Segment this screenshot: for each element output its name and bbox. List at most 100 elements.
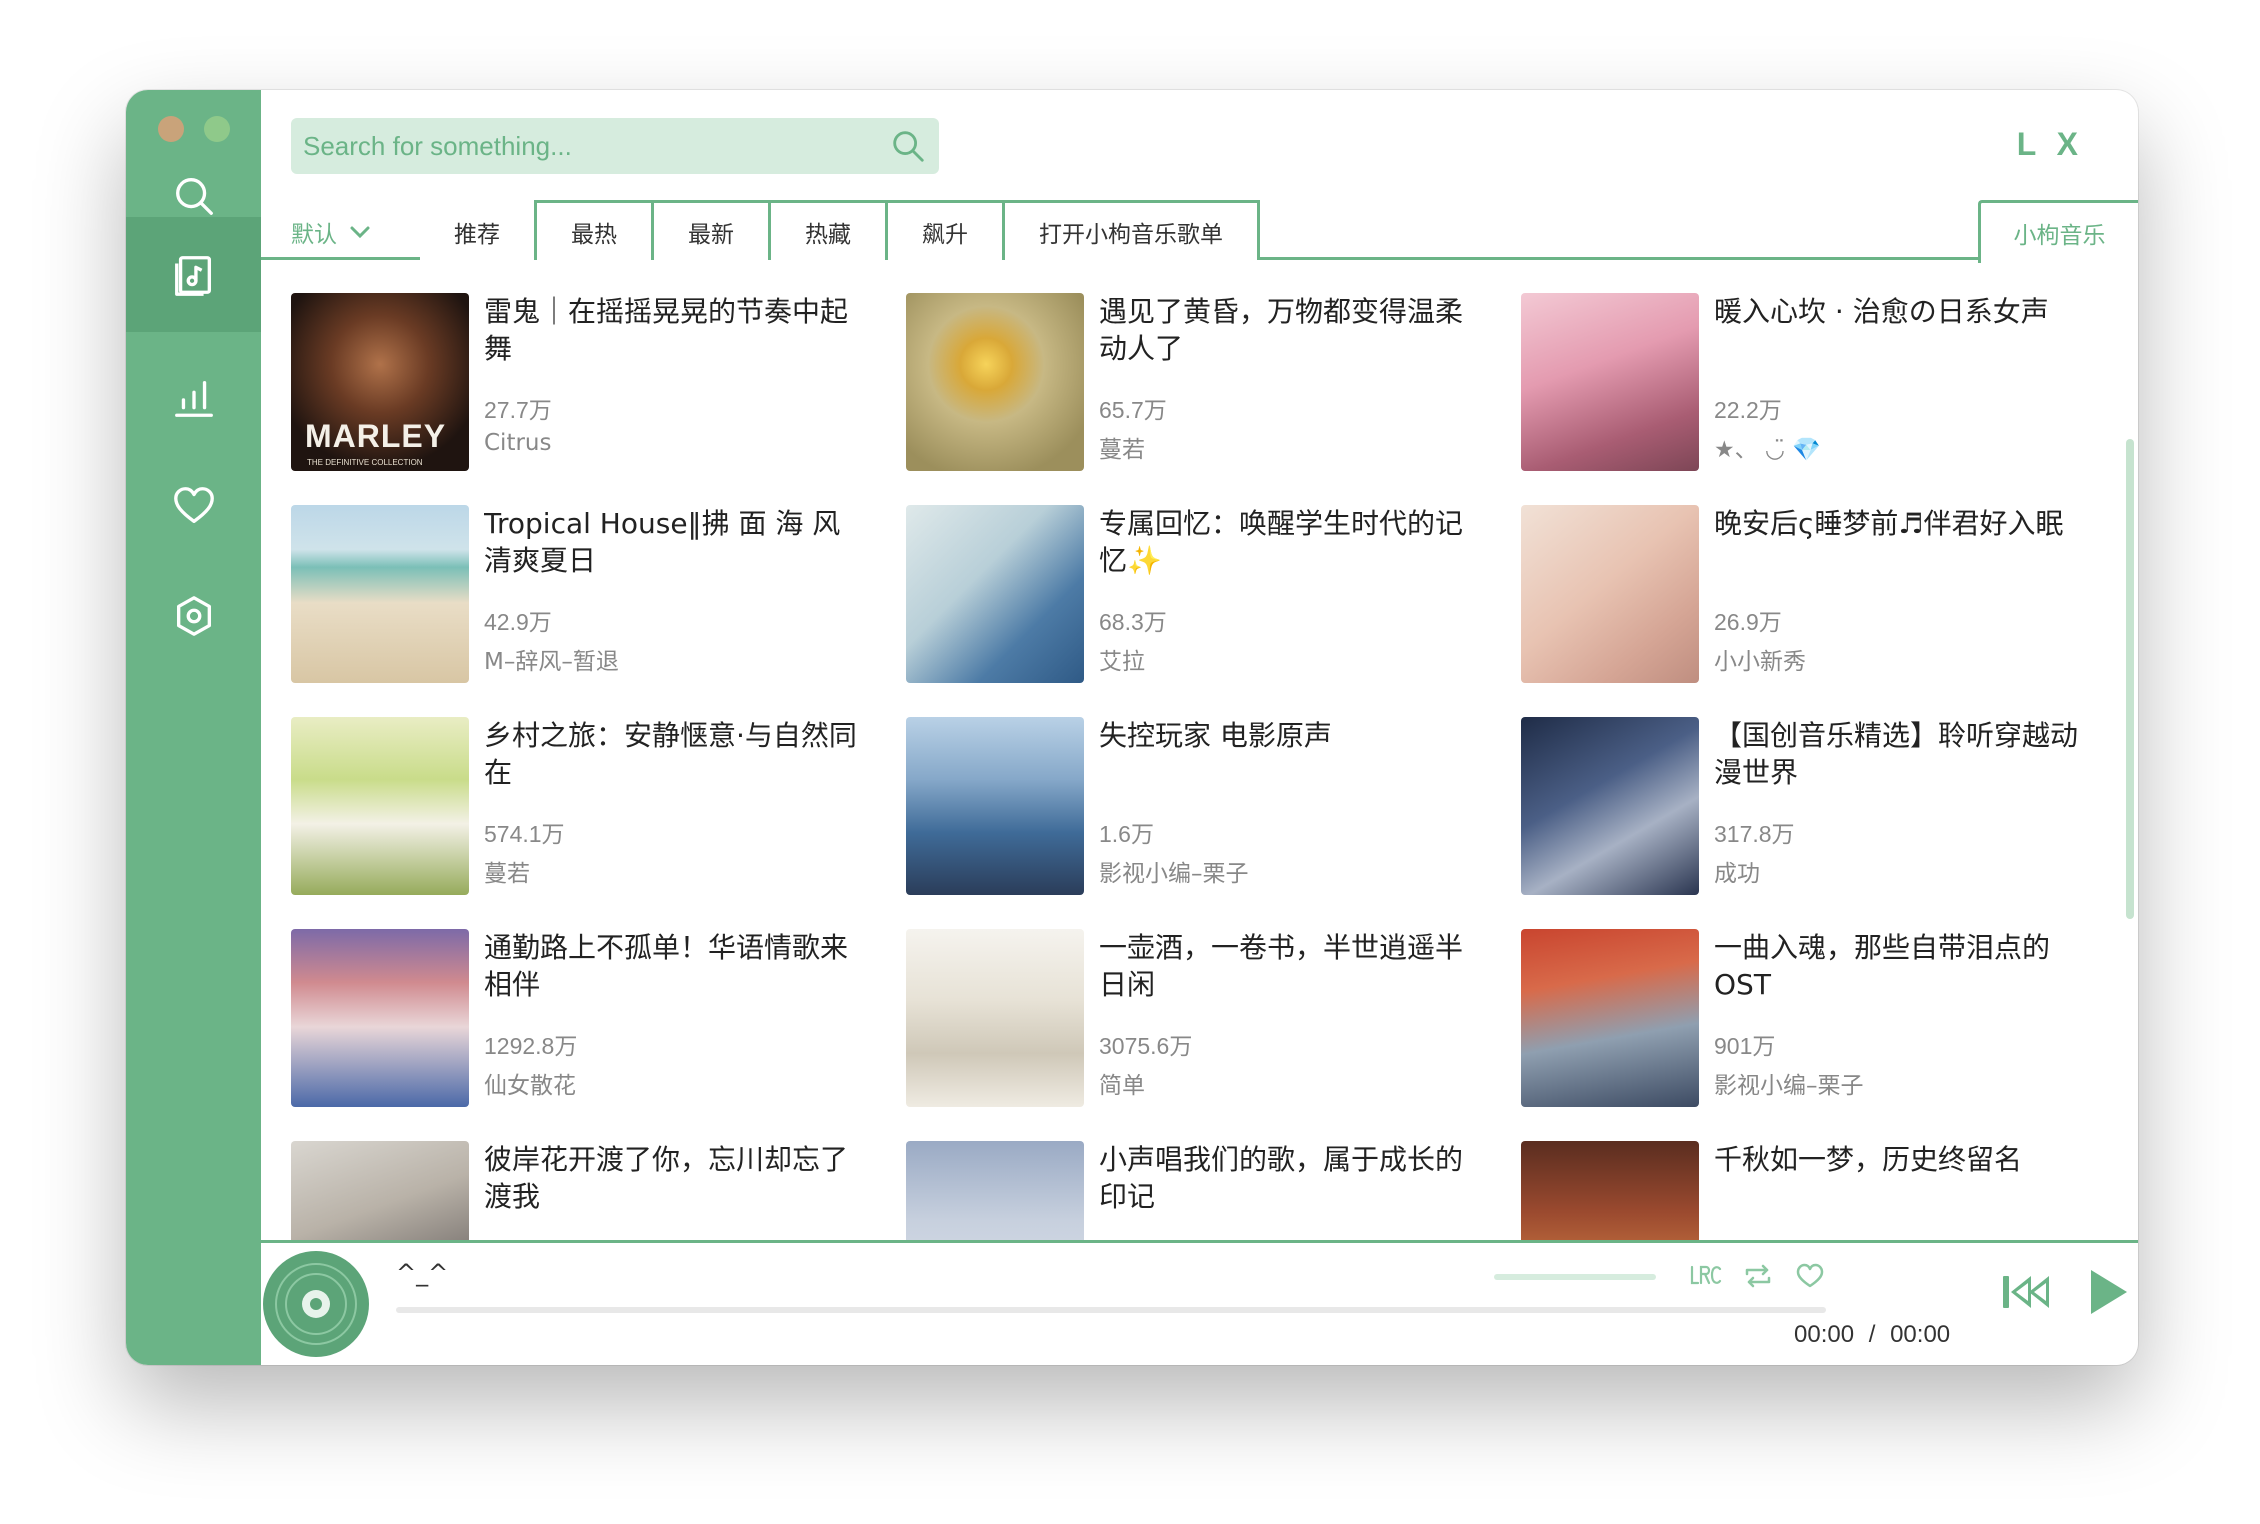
- sort-dropdown[interactable]: 默认: [291, 210, 371, 254]
- playlist-card[interactable]: 通勤路上不孤单！华语情歌来相伴 1292.8万 仙女散花: [291, 929, 906, 1107]
- comment-button[interactable]: [1793, 1259, 1827, 1293]
- chevron-down-icon: [350, 226, 370, 239]
- previous-button[interactable]: [2001, 1272, 2059, 1312]
- playlist-card[interactable]: 暖入心坎 · 治愈の日系女声 22.2万 ★、 ◡̈ 💎: [1521, 293, 2136, 471]
- category-tabs: 推荐 最热 最新 热藏 飙升 打开小枸音乐歌单: [420, 200, 1260, 263]
- playlist-card[interactable]: 失控玩家 电影原声 1.6万 影视小编–栗子: [906, 717, 1521, 895]
- play-button[interactable]: [2087, 1268, 2129, 1316]
- tab-label: 打开小枸音乐歌单: [1039, 221, 1223, 248]
- playlist-card[interactable]: 一曲入魂，那些自带泪点的OST 901万 影视小编–栗子: [1521, 929, 2136, 1107]
- playlist-title: 雷鬼｜在摇摇晃晃的节奏中起舞: [484, 295, 849, 365]
- playlist-title: 一壶酒，一卷书，半世逍遥半日闲: [1099, 931, 1464, 1001]
- playlist-title: 遇见了黄昏，万物都变得温柔动人了: [1099, 295, 1464, 365]
- playlist-area: MARLEY THE DEFINITIVE COLLECTION 雷鬼｜在摇摇晃…: [261, 263, 2138, 1343]
- time-display: 00:00 / 00:00: [1794, 1321, 1950, 1349]
- playlist-title: 一曲入魂，那些自带泪点的OST: [1714, 931, 2051, 1001]
- tab-hot-collect[interactable]: 热藏: [771, 200, 888, 260]
- playlist-play-count: 574.1万: [484, 821, 565, 847]
- song-name: ^_^: [396, 1259, 449, 1287]
- playlist-cover: [1521, 717, 1699, 895]
- tab-label: 最新: [688, 221, 734, 248]
- skip-previous-icon: [2003, 1276, 2049, 1308]
- time-current: 00:00: [1794, 1321, 1855, 1348]
- time-total: 00:00: [1890, 1321, 1951, 1348]
- playlist-cover: [906, 505, 1084, 683]
- playlist-title: 小声唱我们的歌，属于成长的印记: [1099, 1143, 1464, 1213]
- app-logo: L X: [2016, 126, 2084, 162]
- tab-newest[interactable]: 最新: [654, 200, 771, 260]
- tab-label: 最热: [571, 221, 617, 248]
- search-icon[interactable]: [889, 127, 927, 165]
- playlist-play-count: 317.8万: [1714, 821, 1795, 847]
- sidebar-item-leaderboard[interactable]: [126, 340, 261, 455]
- playlist-author: M–辞风–暂退: [484, 649, 619, 675]
- source-tab-label: 小枸音乐: [2013, 223, 2106, 249]
- tab-hottest[interactable]: 最热: [534, 200, 654, 260]
- disc-icon: [275, 1263, 357, 1345]
- album-disc[interactable]: [263, 1251, 369, 1357]
- heart-icon: [173, 486, 214, 523]
- app-window: L X 默认 推荐 最热 最新 热藏 飙升 打开小枸音乐歌单 小枸音乐: [126, 90, 2138, 1365]
- tab-bar: 默认 推荐 最热 最新 热藏 飙升 打开小枸音乐歌单 小枸音乐: [261, 200, 2138, 263]
- playlist-cover: [291, 505, 469, 683]
- playlist-title: 【国创音乐精选】聆听穿越动漫世界: [1714, 719, 2079, 789]
- playlist-cover: [1521, 293, 1699, 471]
- playlist-card[interactable]: 专属回忆：唤醒学生时代的记忆✨ 68.3万 艾拉: [906, 505, 1521, 683]
- playlist-cover: [291, 929, 469, 1107]
- playlist-author: 仙女散花: [484, 1073, 576, 1099]
- tab-label: 推荐: [454, 221, 500, 248]
- lyrics-toggle[interactable]: [1689, 1259, 1723, 1293]
- cover-text: MARLEY: [305, 418, 447, 454]
- tab-rising[interactable]: 飙升: [888, 200, 1005, 260]
- playlist-play-count: 26.9万: [1714, 609, 1782, 635]
- playlist-author: 蔓若: [484, 861, 530, 887]
- tab-recommend[interactable]: 推荐: [420, 200, 534, 263]
- playlist-card[interactable]: 【国创音乐精选】聆听穿越动漫世界 317.8万 成功: [1521, 717, 2136, 895]
- player-bar: ^_^ 00:00 / 00:00: [261, 1240, 2138, 1365]
- playlist-play-count: 1.6万: [1099, 821, 1154, 847]
- cover-subtext: THE DEFINITIVE COLLECTION: [307, 458, 423, 467]
- playlist-play-count: 3075.6万: [1099, 1033, 1193, 1059]
- playlist-title: 暖入心坎 · 治愈の日系女声: [1714, 295, 2049, 328]
- scrollbar[interactable]: [2126, 439, 2134, 919]
- playlist-play-count: 901万: [1714, 1033, 1776, 1059]
- playlist-title: 乡村之旅：安静惬意·与自然同在: [484, 719, 857, 789]
- playlist-author: 艾拉: [1099, 649, 1145, 675]
- playlist-card[interactable]: 一壶酒，一卷书，半世逍遥半日闲 3075.6万 简单: [906, 929, 1521, 1107]
- playlist-title: 彼岸花开渡了你，忘川却忘了渡我: [484, 1143, 849, 1213]
- playlist-grid: MARLEY THE DEFINITIVE COLLECTION 雷鬼｜在摇摇晃…: [291, 293, 2138, 1319]
- sidebar-item-settings[interactable]: [126, 558, 261, 673]
- sidebar-item-playlists[interactable]: [126, 217, 261, 332]
- playlist-author: 蔓若: [1099, 437, 1145, 463]
- search-bar: [291, 118, 939, 174]
- playlist-card[interactable]: 遇见了黄昏，万物都变得温柔动人了 65.7万 蔓若: [906, 293, 1521, 471]
- playlist-card[interactable]: 晚安后ς睡梦前♬伴君好入眠 26.9万 小小新秀: [1521, 505, 2136, 683]
- playlist-play-count: 42.9万: [484, 609, 552, 635]
- playlist-cover: [291, 717, 469, 895]
- playlist-author: 影视小编–栗子: [1099, 861, 1249, 887]
- play-icon: [2091, 1270, 2127, 1314]
- source-tab[interactable]: 小枸音乐: [1978, 200, 2138, 263]
- volume-slider[interactable]: [1494, 1274, 1656, 1280]
- playlist-title: 晚安后ς睡梦前♬伴君好入眠: [1714, 507, 2064, 540]
- playlist-cover: [906, 293, 1084, 471]
- tab-label: 热藏: [805, 221, 851, 248]
- playlist-card[interactable]: Tropical House‖拂 面 海 风 清爽夏日 42.9万 M–辞风–暂…: [291, 505, 906, 683]
- playback-controls: [2001, 1268, 2138, 1316]
- playlist-title: Tropical House‖拂 面 海 风 清爽夏日: [484, 507, 841, 577]
- main-panel: L X 默认 推荐 最热 最新 热藏 飙升 打开小枸音乐歌单 小枸音乐: [261, 90, 2138, 1365]
- search-icon: [175, 177, 213, 215]
- playlist-card[interactable]: MARLEY THE DEFINITIVE COLLECTION 雷鬼｜在摇摇晃…: [291, 293, 906, 471]
- playlist-card[interactable]: 乡村之旅：安静惬意·与自然同在 574.1万 蔓若: [291, 717, 906, 895]
- playlist-play-count: 1292.8万: [484, 1033, 578, 1059]
- sort-dropdown-label: 默认: [291, 222, 337, 248]
- sidebar-item-favorites[interactable]: [126, 448, 261, 563]
- search-input[interactable]: [303, 130, 889, 162]
- tab-open-playlist[interactable]: 打开小枸音乐歌单: [1005, 200, 1260, 260]
- sidebar: [126, 90, 261, 1365]
- settings-icon: [176, 595, 211, 636]
- leaderboard-icon: [174, 380, 213, 417]
- playlist-play-count: 68.3万: [1099, 609, 1167, 635]
- repeat-toggle[interactable]: [1741, 1259, 1775, 1293]
- progress-bar[interactable]: [396, 1307, 1826, 1313]
